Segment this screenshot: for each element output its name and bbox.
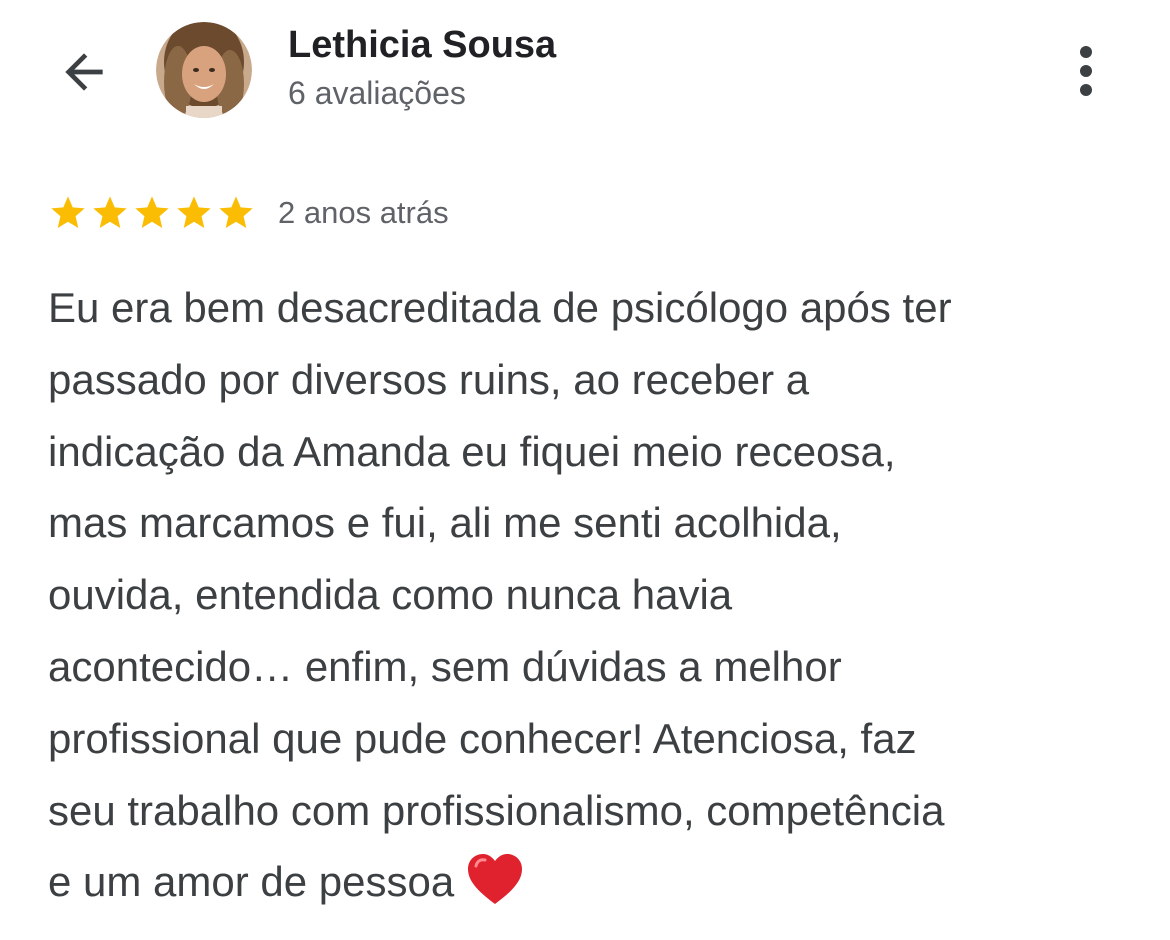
review-text-line: seu trabalho com profissionalismo, compe… — [48, 786, 945, 834]
star-icon — [135, 196, 169, 228]
review-text-line: profissional que pude conhecer! Atencios… — [48, 714, 917, 762]
star-icon — [51, 196, 85, 228]
arrow-back-icon — [65, 53, 103, 91]
back-button[interactable] — [52, 40, 116, 104]
star-rating — [48, 193, 258, 233]
review-text-line: mas marcamos e fui, ali me senti acolhid… — [48, 499, 842, 547]
review-text-line: ouvida, entendida como nunca havia — [48, 571, 733, 619]
star-icon — [93, 196, 127, 228]
rating-row: 2 anos atrás — [48, 190, 449, 236]
more-vert-icon — [1080, 46, 1092, 96]
avatar[interactable] — [156, 22, 252, 118]
review-text-line: passado por diversos ruins, ao receber a — [48, 355, 810, 403]
reviewer-header: Lethicia Sousa 6 avaliações — [0, 0, 1170, 140]
red-heart-icon — [466, 852, 524, 930]
review-count: 6 avaliações — [288, 75, 466, 111]
star-icon — [219, 196, 253, 228]
review-text-line: e um amor de pessoa — [48, 858, 455, 906]
review-text-last-line: e um amor de pessoa — [48, 846, 1138, 930]
review-text-line: Eu era bem desacreditada de psicólogo ap… — [48, 284, 952, 331]
review-text-line: acontecido… enfim, sem dúvidas a melhor — [48, 642, 842, 690]
review-date: 2 anos atrás — [278, 195, 449, 230]
reviewer-name[interactable]: Lethicia Sousa — [288, 24, 556, 67]
review-text: Eu era bem desacreditada de psicólogo ap… — [48, 272, 1138, 930]
star-icon — [177, 196, 211, 228]
review-text-line: indicação da Amanda eu fiquei meio receo… — [48, 427, 896, 475]
more-options-button[interactable] — [1064, 40, 1108, 104]
